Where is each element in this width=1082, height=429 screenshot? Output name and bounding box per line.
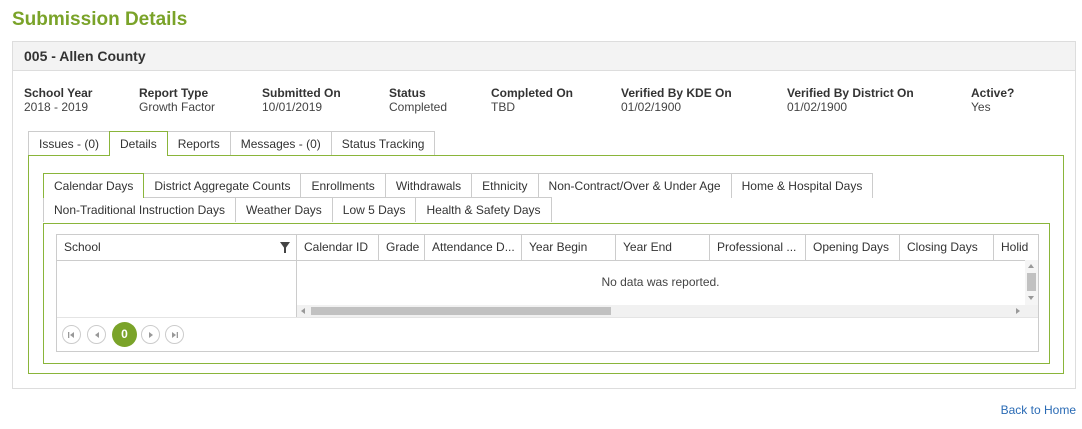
info-label: Submitted On: [262, 86, 341, 100]
tab-low-5-days[interactable]: Low 5 Days: [331, 197, 417, 222]
scroll-thumb[interactable]: [311, 307, 611, 315]
scroll-right-icon[interactable]: [1016, 308, 1020, 314]
tab-status-tracking[interactable]: Status Tracking: [330, 131, 436, 155]
tab-home-hospital-days[interactable]: Home & Hospital Days: [730, 173, 874, 198]
tab-ethnicity[interactable]: Ethnicity: [471, 173, 539, 198]
calendar-days-grid: School Calendar ID Grade Attendance D...…: [56, 234, 1039, 352]
info-submitted-on: Submitted On 10/01/2019: [262, 86, 341, 115]
info-label: Status: [389, 86, 426, 100]
tab-non-contract-age[interactable]: Non-Contract/Over & Under Age: [537, 173, 732, 198]
tab-details[interactable]: Details: [109, 131, 168, 156]
column-header-year-end[interactable]: Year End: [616, 235, 710, 260]
info-status: Status Completed: [389, 86, 447, 115]
scroll-up-icon[interactable]: [1028, 264, 1034, 268]
previous-page-icon: [94, 331, 99, 338]
scroll-left-icon[interactable]: [301, 308, 305, 314]
last-page-button[interactable]: [165, 325, 184, 344]
main-tabs: Issues - (0) Details Reports Messages - …: [28, 131, 436, 156]
previous-page-button[interactable]: [87, 325, 106, 344]
grid-header: School Calendar ID Grade Attendance D...…: [57, 235, 1038, 261]
column-label: School: [64, 240, 101, 254]
vertical-scrollbar[interactable]: [1025, 260, 1038, 305]
scroll-thumb[interactable]: [1027, 273, 1036, 291]
info-value: Growth Factor: [139, 100, 216, 114]
info-label: Active?: [971, 86, 1015, 100]
info-value: 01/02/1900: [621, 100, 682, 114]
info-report-type: Report Type Growth Factor: [139, 86, 215, 115]
next-page-icon: [148, 331, 153, 338]
submission-panel: 005 - Allen County School Year 2018 - 20…: [12, 41, 1076, 389]
info-label: Verified By District On: [787, 86, 914, 100]
back-to-home-link[interactable]: Back to Home: [1001, 403, 1076, 417]
scroll-down-icon[interactable]: [1028, 296, 1034, 300]
info-value: 2018 - 2019: [24, 100, 89, 114]
info-value: TBD: [491, 100, 515, 114]
tab-district-aggregate-counts[interactable]: District Aggregate Counts: [143, 173, 302, 198]
first-page-icon: [68, 331, 74, 338]
column-header-grade[interactable]: Grade: [379, 235, 425, 260]
current-page-number[interactable]: 0: [112, 322, 137, 347]
column-header-closing-days[interactable]: Closing Days: [900, 235, 994, 260]
last-page-icon: [172, 331, 178, 338]
column-header-holidays[interactable]: Holid: [994, 235, 1038, 260]
tab-withdrawals[interactable]: Withdrawals: [384, 173, 473, 198]
next-page-button[interactable]: [141, 325, 160, 344]
tab-issues[interactable]: Issues - (0): [28, 131, 111, 155]
info-verified-district: Verified By District On 01/02/1900: [787, 86, 914, 115]
tab-enrollments[interactable]: Enrollments: [300, 173, 386, 198]
calendar-days-content: School Calendar ID Grade Attendance D...…: [43, 223, 1050, 364]
grid-pager: 0: [57, 317, 1038, 351]
tab-non-traditional-instruction-days[interactable]: Non-Traditional Instruction Days: [43, 197, 236, 222]
filter-icon[interactable]: [280, 242, 290, 253]
info-label: Completed On: [491, 86, 574, 100]
column-header-year-begin[interactable]: Year Begin: [522, 235, 616, 260]
tab-reports[interactable]: Reports: [166, 131, 231, 155]
first-page-button[interactable]: [62, 325, 81, 344]
info-label: School Year: [24, 86, 93, 100]
info-label: Verified By KDE On: [621, 86, 732, 100]
info-value: Yes: [971, 100, 991, 114]
column-header-opening-days[interactable]: Opening Days: [806, 235, 900, 260]
info-value: 10/01/2019: [262, 100, 323, 114]
info-verified-kde: Verified By KDE On 01/02/1900: [621, 86, 732, 115]
page-title: Submission Details: [12, 9, 188, 30]
info-value: 01/02/1900: [787, 100, 848, 114]
detail-sub-tabs: Calendar Days District Aggregate Counts …: [43, 173, 1043, 222]
tab-messages[interactable]: Messages - (0): [229, 131, 332, 155]
tab-health-safety-days[interactable]: Health & Safety Days: [415, 197, 552, 222]
horizontal-scrollbar[interactable]: [297, 305, 1038, 317]
empty-message: No data was reported.: [601, 275, 720, 289]
column-header-calendar-id[interactable]: Calendar ID: [297, 235, 379, 260]
column-header-professional[interactable]: Professional ...: [710, 235, 806, 260]
info-label: Report Type: [139, 86, 209, 100]
tab-calendar-days[interactable]: Calendar Days: [43, 173, 145, 198]
info-active: Active? Yes: [971, 86, 1014, 115]
grid-locked-column: [57, 260, 297, 317]
column-header-school[interactable]: School: [57, 235, 297, 260]
info-value: Completed: [389, 100, 448, 114]
district-heading: 005 - Allen County: [13, 42, 1075, 71]
info-completed-on: Completed On TBD: [491, 86, 573, 115]
details-tab-content: Calendar Days District Aggregate Counts …: [28, 155, 1064, 374]
column-header-attendance[interactable]: Attendance D...: [425, 235, 522, 260]
tab-weather-days[interactable]: Weather Days: [234, 197, 333, 222]
info-school-year: School Year 2018 - 2019: [24, 86, 92, 115]
